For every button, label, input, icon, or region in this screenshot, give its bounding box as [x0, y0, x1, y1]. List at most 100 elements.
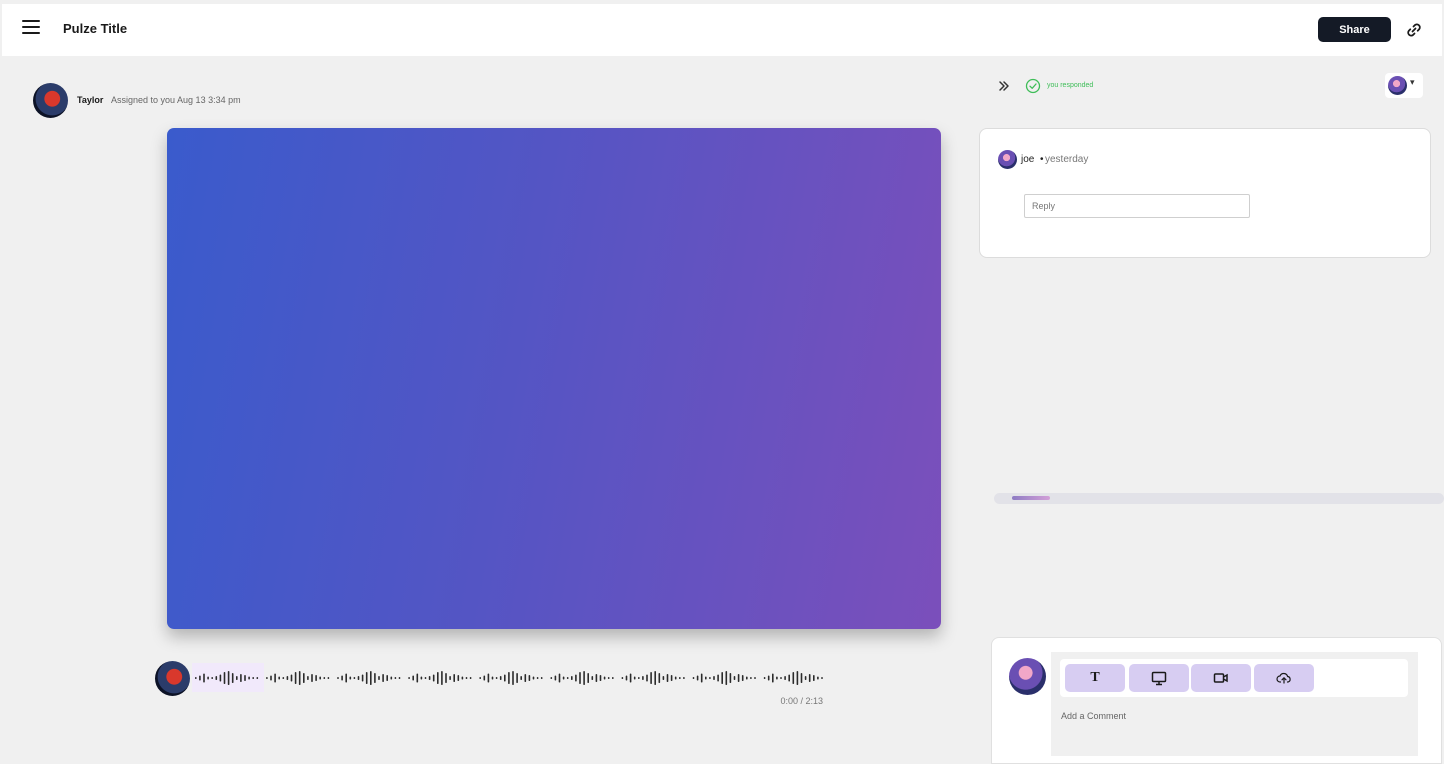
audio-player: 0:00 / 2:13 — [155, 661, 835, 711]
video-player[interactable] — [167, 128, 941, 629]
waveform-bar — [303, 673, 305, 683]
waveform-bar — [203, 673, 205, 683]
waveform-bar — [658, 673, 661, 683]
screen-record-button[interactable] — [1129, 664, 1189, 692]
waveform-bar — [520, 676, 522, 680]
text-comment-button[interactable]: T — [1065, 664, 1125, 692]
waveform-bar — [337, 677, 339, 679]
waveform-bar — [591, 676, 594, 680]
waveform-bar — [479, 677, 481, 679]
waveform-bar — [650, 672, 652, 684]
waveform-bar — [315, 675, 317, 681]
audio-waveform[interactable] — [195, 668, 825, 688]
avatar — [1009, 658, 1046, 695]
waveform-bar — [508, 672, 510, 684]
avatar[interactable] — [33, 83, 68, 118]
upload-button[interactable] — [1254, 664, 1314, 692]
link-icon[interactable] — [1404, 20, 1424, 40]
panel-header: you responded — [992, 74, 1432, 100]
waveform-bar — [746, 676, 748, 680]
waveform-bar — [516, 673, 518, 683]
waveform-bar — [646, 674, 648, 682]
waveform-bar — [370, 671, 372, 685]
video-camera-icon — [1213, 673, 1228, 683]
waveform-bar — [441, 671, 443, 685]
waveform-bar — [428, 676, 431, 680]
waveform-bar — [424, 677, 427, 679]
reply-input[interactable] — [1024, 194, 1250, 218]
waveform-bar — [670, 675, 673, 681]
check-circle-icon — [1025, 78, 1041, 94]
waveform-bar — [772, 673, 774, 683]
waveform-bar — [754, 677, 756, 679]
waveform-bar — [532, 676, 535, 680]
page-title: Pulze Title — [63, 21, 128, 36]
waveform-bar — [504, 674, 506, 682]
comment-author: joe — [1021, 154, 1035, 165]
double-chevron-right-icon[interactable] — [997, 79, 1011, 93]
waveform-bar — [420, 676, 423, 680]
waveform-bar — [817, 676, 819, 680]
cloud-upload-icon — [1276, 672, 1291, 684]
assignment-meta: Assigned to you Aug 13 3:34 pm — [111, 95, 241, 105]
waveform-bar — [784, 676, 786, 680]
waveform-bar — [813, 675, 815, 681]
waveform-bar — [821, 677, 823, 679]
waveform-bar — [457, 675, 460, 681]
waveform-bar — [629, 673, 632, 683]
waveform-bar — [408, 677, 410, 679]
waveform-bar — [236, 676, 238, 680]
waveform-bar — [353, 677, 356, 679]
hamburger-menu-icon[interactable] — [22, 20, 40, 34]
video-record-button[interactable] — [1191, 664, 1251, 692]
waveform-bar — [692, 677, 695, 679]
avatar — [155, 661, 190, 696]
monitor-icon — [1151, 671, 1167, 685]
waveform-bar — [550, 677, 553, 679]
waveform-bar — [575, 674, 577, 682]
waveform-bar — [341, 675, 343, 681]
waveform-bar — [524, 674, 527, 682]
waveform-bar — [398, 677, 401, 679]
author-name: Taylor — [77, 95, 104, 105]
waveform-bar — [378, 676, 380, 680]
waveform-bar — [211, 677, 213, 679]
waveform-bar — [633, 676, 636, 680]
waveform-bar — [386, 675, 388, 681]
waveform-bar — [705, 676, 707, 680]
waveform-bar — [625, 675, 628, 681]
share-button[interactable]: Share — [1318, 17, 1391, 42]
comment-time: yesterday — [1045, 154, 1089, 165]
waveform-bar — [607, 677, 610, 679]
waveform-bar — [571, 676, 573, 680]
waveform-bar — [800, 673, 803, 683]
scrollbar-thumb[interactable] — [1012, 496, 1050, 500]
waveform-bar — [223, 672, 226, 684]
waveform-bar — [674, 676, 677, 680]
waveform-bar — [566, 677, 569, 679]
waveform-bar — [583, 671, 585, 685]
waveform-bar — [587, 673, 589, 683]
waveform-bar — [666, 674, 669, 682]
waveform-bar — [638, 677, 640, 679]
waveform-bar — [696, 675, 699, 681]
waveform-bar — [311, 674, 313, 682]
waveform-bar — [483, 675, 486, 681]
waveform-bar — [345, 673, 347, 683]
waveform-bar — [256, 677, 259, 679]
waveform-bar — [612, 677, 614, 679]
waveform-bar — [231, 673, 234, 683]
horizontal-scrollbar[interactable] — [994, 493, 1444, 504]
add-comment-input[interactable] — [1061, 708, 1401, 724]
comment-composer: T — [991, 637, 1442, 764]
waveform-bar — [394, 677, 397, 679]
waveform-bar — [365, 672, 368, 684]
waveform-bar — [357, 676, 360, 680]
waveform-bar — [349, 676, 352, 680]
waveform-bar — [207, 676, 209, 680]
waveform-bar — [763, 677, 766, 679]
waveform-bar — [445, 673, 447, 683]
waveform-bar — [307, 676, 309, 680]
user-menu[interactable]: ▾ — [1385, 73, 1423, 98]
waveform-bar — [390, 676, 393, 680]
